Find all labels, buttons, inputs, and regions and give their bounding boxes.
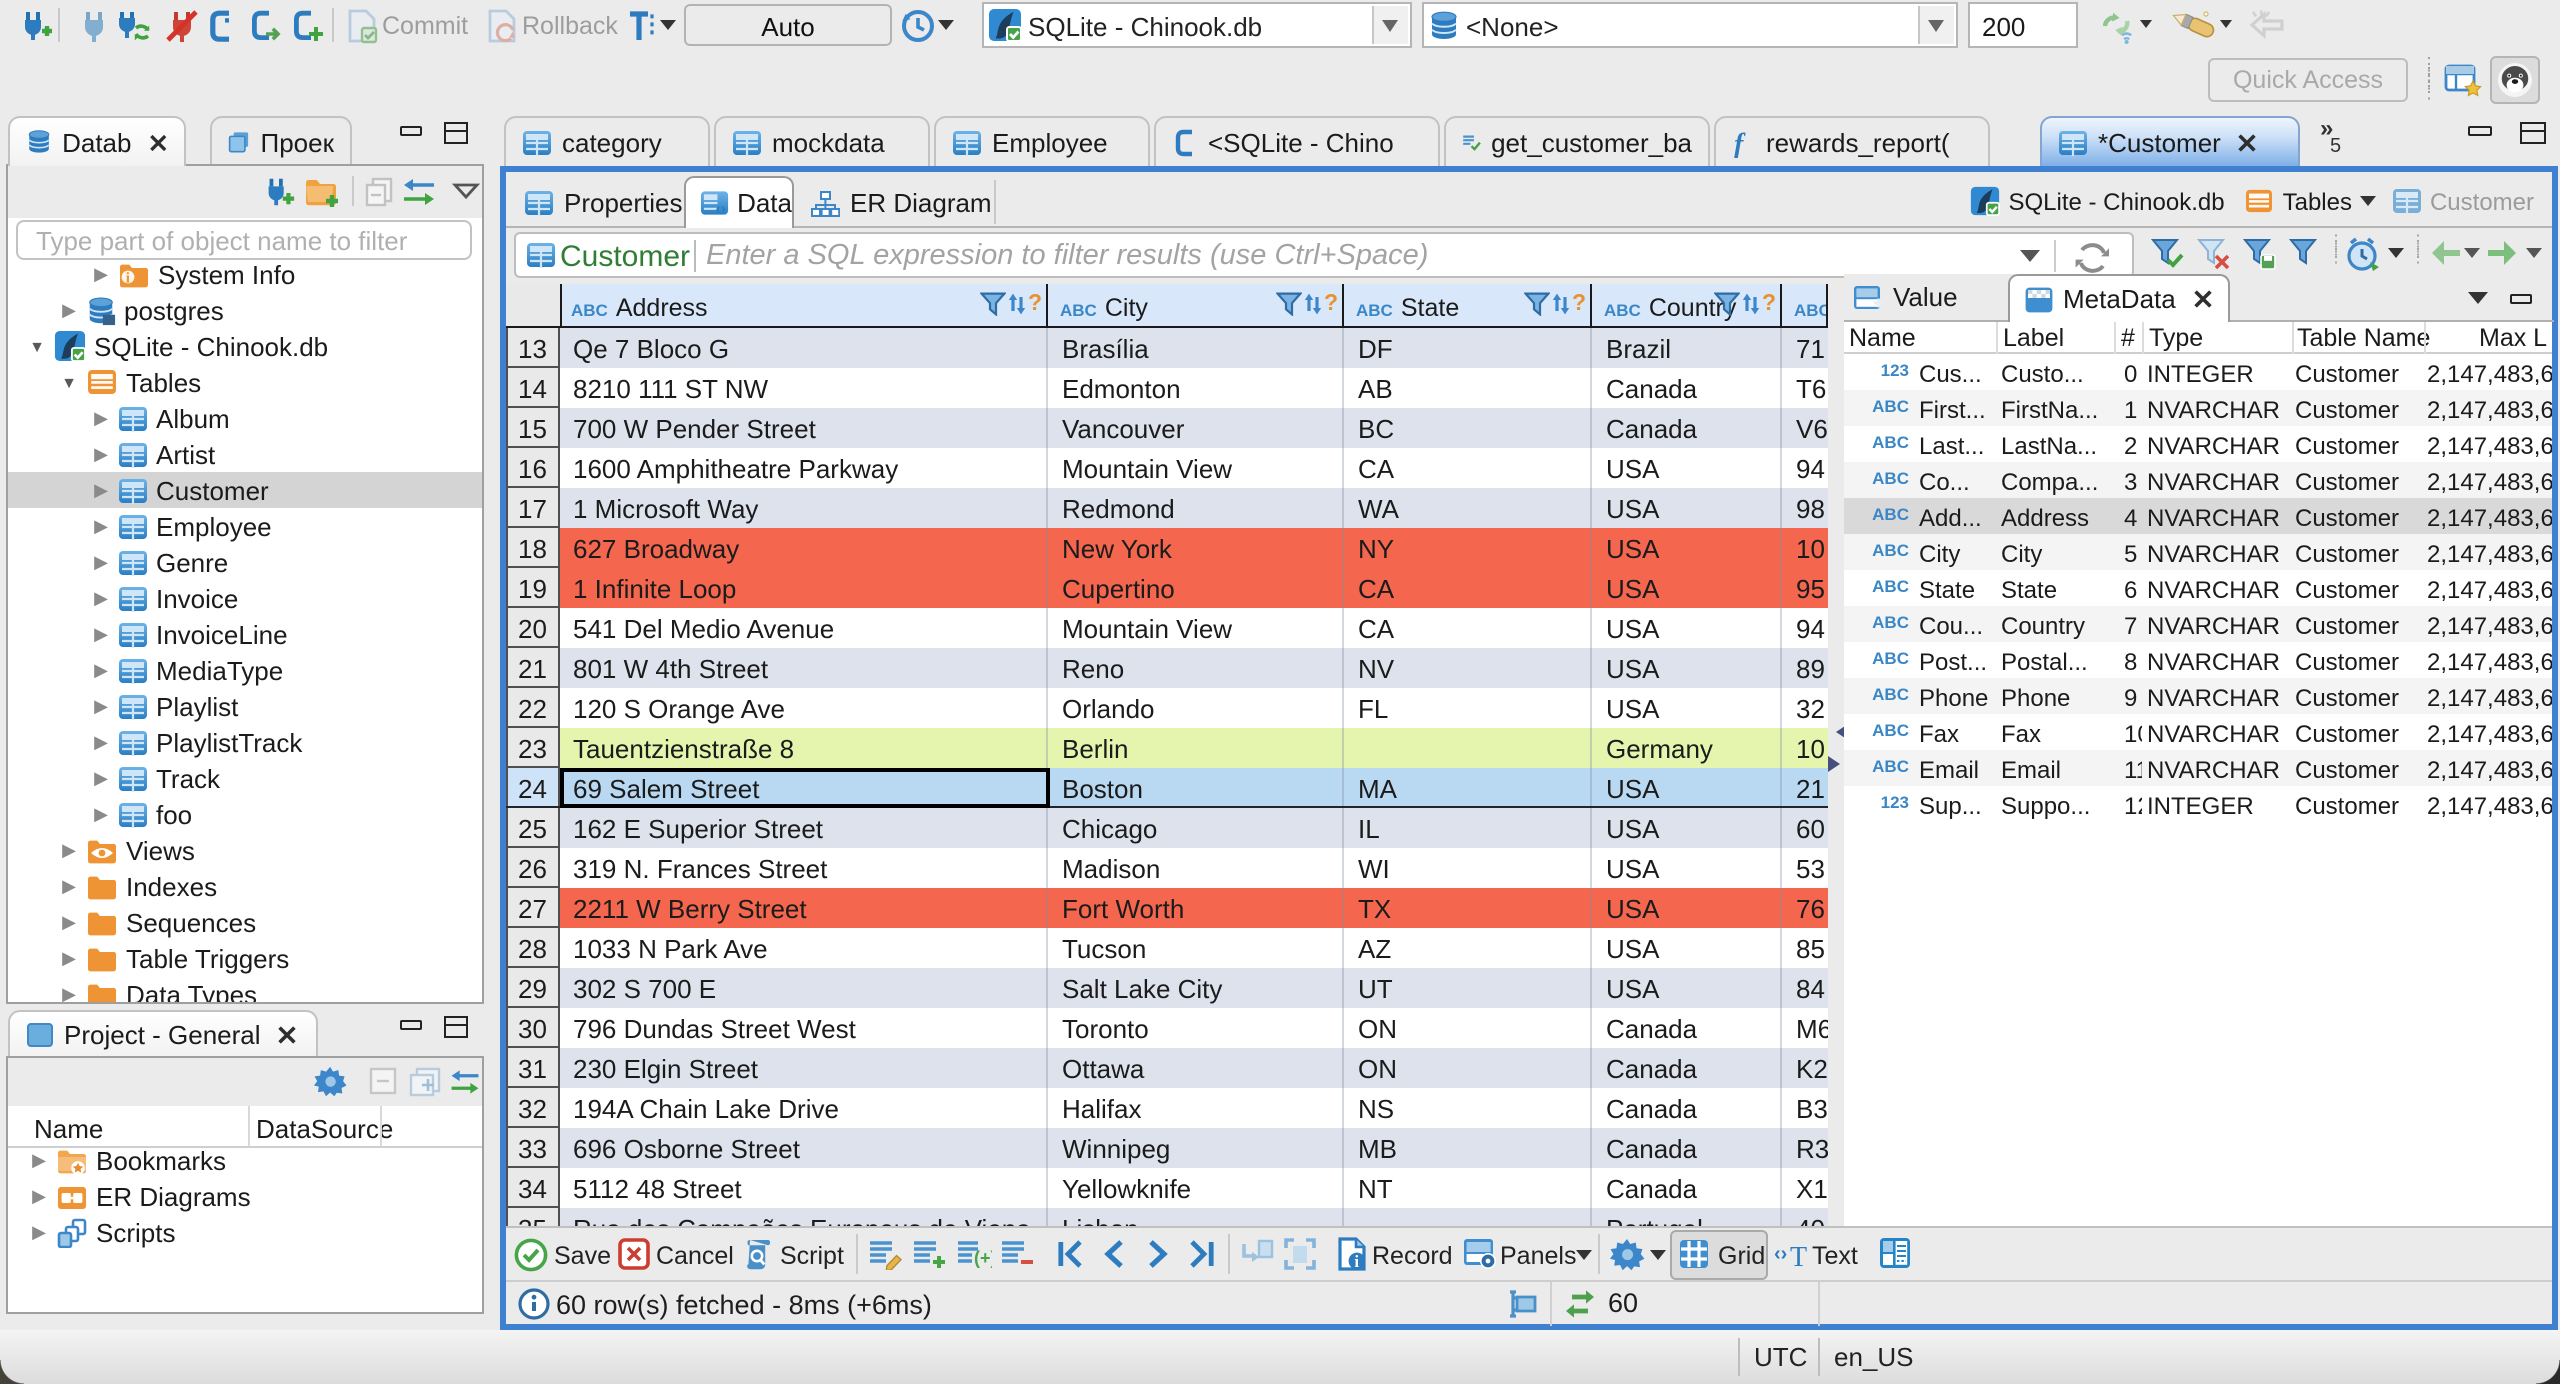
- svg-text:T: T: [1790, 1242, 1807, 1270]
- svg-text:i: i: [1354, 1252, 1359, 1271]
- svg-text:i: i: [126, 269, 130, 285]
- svg-text:‹›: ‹›: [1774, 1243, 1787, 1265]
- svg-text:(+): (+): [974, 1248, 992, 1268]
- svg-text:f: f: [1734, 128, 1746, 157]
- svg-text:‹›: ‹›: [716, 201, 726, 216]
